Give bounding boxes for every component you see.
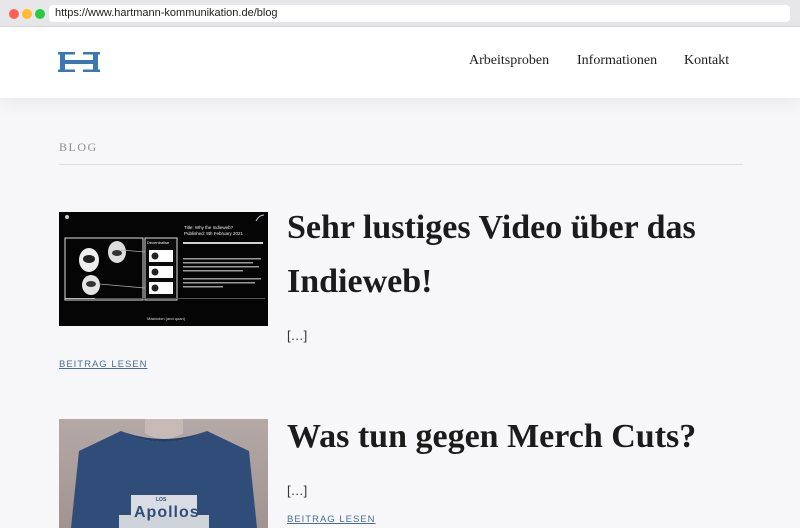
read-more-link[interactable]: BEITRAG LESEN bbox=[59, 359, 148, 370]
shirt-print-small: LOS bbox=[156, 497, 167, 503]
close-window-button[interactable] bbox=[9, 9, 19, 19]
maximize-window-button[interactable] bbox=[35, 9, 45, 19]
hartmann-logo[interactable] bbox=[58, 51, 100, 73]
address-bar[interactable]: https://www.hartmann-kommunikation.de/bl… bbox=[49, 5, 790, 22]
post-thumbnail-video[interactable]: Title: Why the Indieweb? Published: 9th … bbox=[59, 212, 268, 326]
post-excerpt: […] bbox=[287, 328, 308, 343]
page-title: BLOG bbox=[59, 140, 98, 154]
video-frame-illustration bbox=[59, 212, 268, 326]
thumbnail-side-title: Decentralise bbox=[147, 240, 170, 245]
post-thumbnail-shirt[interactable]: LOS Apollos bbox=[59, 419, 268, 528]
thumbnail-info-line-1: Title: Why the Indieweb? bbox=[184, 225, 234, 230]
thumbnail-info-line-2: Published: 9th February 2021 bbox=[184, 231, 244, 236]
thumbnail-caption: Mastodon (and quan) bbox=[147, 316, 186, 321]
nav-informationen[interactable]: Informationen bbox=[577, 53, 657, 69]
nav-arbeitsproben[interactable]: Arbeitsproben bbox=[469, 53, 549, 69]
post-title[interactable]: Was tun gegen Merch Cuts? bbox=[287, 410, 757, 464]
divider bbox=[59, 164, 743, 165]
minimize-window-button[interactable] bbox=[22, 9, 32, 19]
read-more-link[interactable]: BEITRAG LESEN bbox=[287, 514, 376, 525]
shirt-print-text: Apollos bbox=[134, 504, 200, 521]
post-excerpt: […] bbox=[287, 483, 308, 498]
site-header: Arbeitsproben Informationen Kontakt bbox=[0, 27, 800, 98]
post-title[interactable]: Sehr lustiges Video über das Indieweb! bbox=[287, 201, 757, 309]
nav-kontakt[interactable]: Kontakt bbox=[684, 53, 729, 69]
browser-chrome: https://www.hartmann-kommunikation.de/bl… bbox=[0, 0, 800, 27]
